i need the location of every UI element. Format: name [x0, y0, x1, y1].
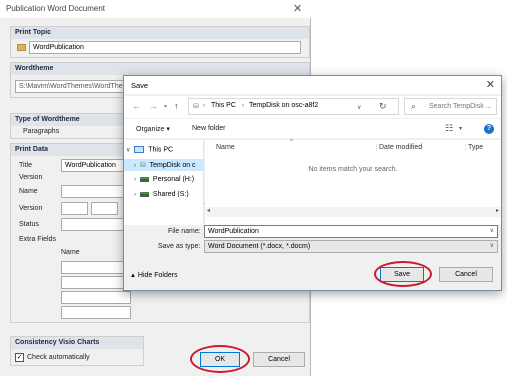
save-as-type-value: Word Document (*.docx, *.docm): [208, 243, 311, 250]
help-icon[interactable]: ?: [484, 124, 494, 134]
chevron-down-icon[interactable]: ▾: [459, 125, 462, 132]
save-titlebar: Save ✕: [124, 76, 501, 94]
consistency-header: Consistency Visio Charts: [11, 337, 143, 349]
forward-arrow-icon[interactable]: →: [149, 101, 158, 111]
chevron-down-icon[interactable]: ∨: [490, 227, 494, 234]
save-as-type-select[interactable]: Word Document (*.docx, *.docm) ∨: [204, 240, 498, 253]
version-major-field[interactable]: [61, 202, 88, 215]
recent-locations-icon[interactable]: ▾: [164, 103, 167, 110]
network-drive-icon: ⛁: [139, 162, 146, 169]
check-automatically-label: Check automatically: [27, 354, 90, 361]
chevron-right-icon[interactable]: ›: [134, 163, 136, 169]
breadcrumb-tempdisk[interactable]: TempDisk on osc-a8f2: [249, 102, 318, 109]
search-box[interactable]: ⌕ Search TempDisk ...: [404, 98, 497, 115]
status-field[interactable]: [61, 218, 131, 231]
hide-folders-toggle[interactable]: ▲ Hide Folders: [130, 272, 178, 279]
ok-button[interactable]: OK: [200, 352, 240, 367]
checkbox[interactable]: ✓: [15, 353, 24, 362]
chevron-down-icon[interactable]: ∨: [490, 242, 494, 249]
horizontal-scrollbar[interactable]: ◂ ▸: [205, 207, 501, 217]
network-drive-icon: ⛁: [193, 103, 199, 110]
chevron-down-icon[interactable]: ∨: [357, 104, 361, 111]
file-name-value: WordPublication: [208, 228, 259, 235]
print-topic-field[interactable]: WordPublication: [29, 41, 301, 54]
column-name[interactable]: Name: [216, 144, 235, 151]
version2-label: Version: [19, 205, 43, 212]
extra-field-row[interactable]: [61, 306, 131, 319]
back-arrow-icon[interactable]: ←: [132, 101, 141, 111]
tree-item-label: Shared (S:): [152, 191, 189, 198]
navigation-row: ← → ▾ ↑ ⛁ › This PC › TempDisk on osc-a8…: [124, 96, 501, 118]
pc-icon: [134, 146, 145, 153]
cancel-button[interactable]: Cancel: [253, 352, 305, 367]
close-icon[interactable]: ✕: [486, 78, 495, 91]
extra-fields-name-column: Name: [61, 249, 80, 256]
publication-titlebar: Publication Word Document ✕: [0, 0, 311, 18]
print-topic-header: Print Topic: [11, 27, 309, 39]
drive-icon: [139, 176, 149, 182]
extra-fields-label: Extra Fields: [19, 236, 56, 243]
file-name-label: File name:: [168, 228, 201, 235]
save-cancel-button[interactable]: Cancel: [439, 267, 493, 282]
chevron-down-icon[interactable]: ∨: [126, 147, 130, 153]
version-label: Version: [19, 174, 43, 181]
print-topic-section: Print Topic WordPublication: [10, 26, 310, 58]
scroll-right-icon[interactable]: ▸: [496, 207, 499, 214]
chevron-up-icon: ▲: [130, 273, 136, 279]
column-type[interactable]: Type: [465, 144, 483, 151]
wordtheme-header: Wordtheme: [11, 63, 309, 75]
version-minor-field[interactable]: [91, 202, 118, 215]
view-options-icon[interactable]: ☷: [445, 123, 453, 134]
tree-item-personal[interactable]: › Personal (H:): [134, 176, 194, 183]
tree-item-this-pc[interactable]: ∨ This PC: [126, 146, 173, 153]
refresh-icon[interactable]: ↻: [379, 101, 387, 112]
save-as-type-label: Save as type:: [158, 243, 201, 250]
save-dialog: Save ✕ ← → ▾ ↑ ⛁ › This PC › TempDisk on…: [123, 75, 502, 291]
sort-ascending-icon: ^: [290, 139, 293, 145]
title-label: Title: [19, 162, 32, 169]
tree-item-label: This PC: [148, 146, 174, 154]
address-bar[interactable]: ⛁ › This PC › TempDisk on osc-a8f2 ∨ ↻: [188, 98, 399, 115]
close-icon[interactable]: ✕: [293, 2, 302, 15]
file-name-input[interactable]: WordPublication ∨: [204, 225, 498, 238]
search-placeholder: Search TempDisk ...: [429, 103, 492, 110]
chevron-right-icon[interactable]: ›: [134, 177, 136, 183]
save-title: Save: [131, 81, 149, 90]
breadcrumb-separator-icon: ›: [203, 103, 205, 109]
save-button[interactable]: Save: [380, 267, 424, 282]
chevron-right-icon[interactable]: ›: [134, 192, 136, 198]
save-form: File name: WordPublication ∨ Save as typ…: [124, 225, 501, 290]
organize-menu[interactable]: Organize ▾: [136, 125, 170, 133]
scroll-left-icon[interactable]: ◂: [207, 207, 210, 214]
breadcrumb-separator-icon: ›: [242, 103, 244, 109]
empty-message: No items match your search.: [308, 166, 398, 173]
extra-field-row[interactable]: [61, 261, 131, 274]
column-date-modified[interactable]: Date modified: [376, 144, 422, 151]
tree-item-tempdisk[interactable]: › ⛁ TempDisk on c: [124, 159, 204, 171]
breadcrumb-this-pc[interactable]: This PC: [211, 102, 236, 109]
drive-icon: [139, 191, 149, 197]
command-bar: Organize ▾ New folder ☷ ▾ ?: [124, 119, 501, 139]
extra-field-row[interactable]: [61, 276, 131, 289]
extra-field-row[interactable]: [61, 291, 131, 304]
tree-item-shared[interactable]: › Shared (S:): [134, 191, 189, 198]
title-field[interactable]: WordPublication: [61, 159, 131, 172]
name-field[interactable]: [61, 185, 131, 198]
publication-title: Publication Word Document: [6, 4, 106, 13]
status-label: Status: [19, 221, 39, 228]
search-icon: ⌕: [411, 101, 417, 111]
hide-folders-label: Hide Folders: [137, 272, 178, 279]
new-folder-button[interactable]: New folder: [192, 125, 225, 132]
type-of-wordtheme-value: Paragraphs: [23, 128, 60, 135]
tree-item-label: TempDisk on c: [149, 162, 196, 169]
folder-tree: ∨ This PC › ⛁ TempDisk on c › Personal (…: [124, 140, 207, 225]
folder-icon: [17, 44, 26, 51]
name-label: Name: [19, 188, 38, 195]
up-arrow-icon[interactable]: ↑: [174, 101, 179, 111]
consistency-section: Consistency Visio Charts ✓ Check automat…: [10, 336, 144, 366]
tree-item-label: Personal (H:): [152, 176, 195, 183]
